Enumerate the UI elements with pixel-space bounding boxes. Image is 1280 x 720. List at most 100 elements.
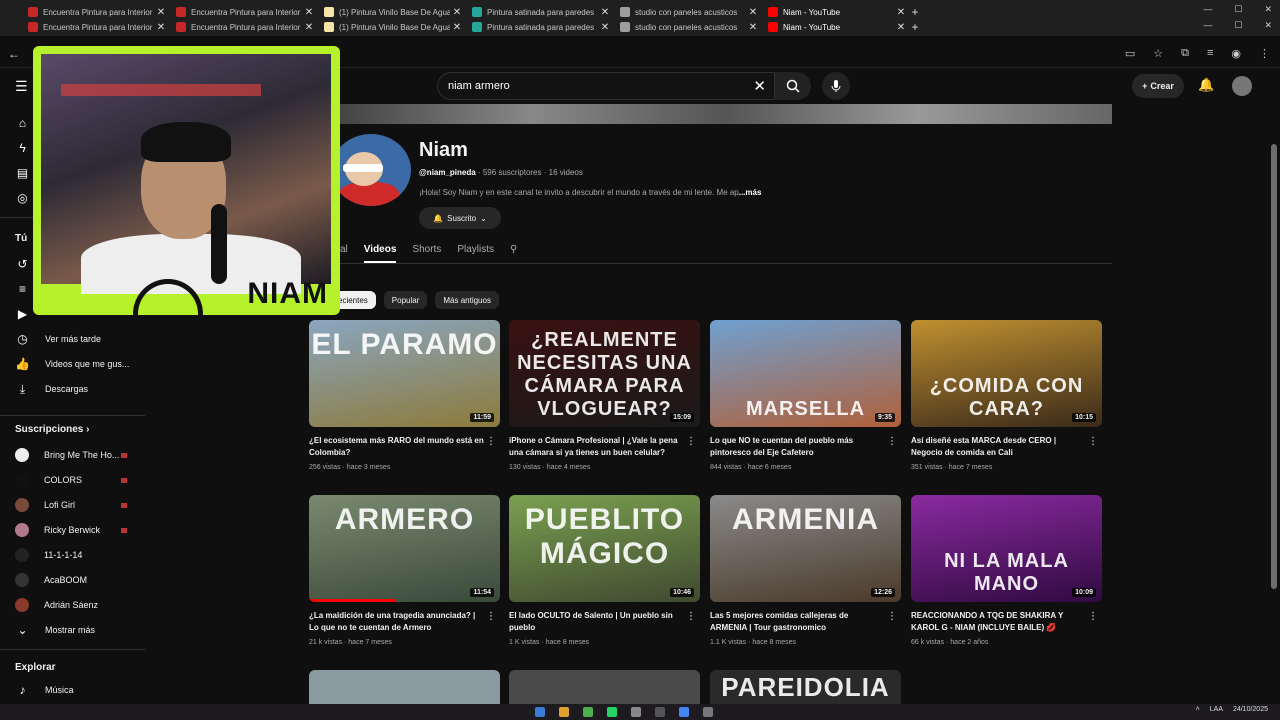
app-icon[interactable]	[703, 707, 713, 717]
tab-close-icon[interactable]: ✕	[746, 22, 760, 33]
video-card[interactable]: PAREIDOLIA	[710, 670, 901, 704]
subscription-item[interactable]: Ricky Berwick	[0, 519, 145, 541]
video-thumbnail[interactable]	[509, 670, 700, 704]
close-icon[interactable]: ✕	[1264, 20, 1272, 31]
tab-close-icon[interactable]: ✕	[746, 7, 760, 18]
sidebar-item[interactable]: ⤓ Descargas	[0, 378, 145, 400]
browser-tab[interactable]: Encuentra Pintura para Interior ✕	[20, 18, 168, 36]
you-section-header[interactable]: Tú	[15, 233, 27, 244]
subscription-item[interactable]: COLORS	[0, 469, 145, 491]
sidebar-item[interactable]: 👍 Videos que me gus...	[0, 353, 145, 375]
kebab-menu-icon[interactable]: ⋮	[1088, 436, 1098, 447]
hamburger-menu-icon[interactable]: ☰	[15, 78, 28, 95]
account-avatar[interactable]	[1232, 76, 1252, 96]
maximize-icon[interactable]: ☐	[1234, 20, 1242, 31]
search-box[interactable]: niam armero ✕	[437, 72, 775, 100]
start-icon[interactable]	[535, 707, 545, 717]
app-icon[interactable]	[631, 707, 641, 717]
tray-chevron-icon[interactable]: ˄	[1196, 706, 1200, 713]
video-title[interactable]: El lado OCULTO de Salento | Un pueblo si…	[509, 610, 685, 634]
search-button[interactable]	[775, 72, 811, 100]
kebab-menu-icon[interactable]: ⋮	[1088, 611, 1098, 622]
back-arrow-icon[interactable]: ←	[8, 47, 20, 61]
kebab-menu-icon[interactable]: ⋮	[686, 436, 696, 447]
video-title[interactable]: Las 5 mejores comidas callejeras de ARME…	[710, 610, 886, 634]
tab-close-icon[interactable]: ✕	[894, 22, 908, 33]
browser-tab[interactable]: Niam - YouTube ✕	[760, 18, 908, 36]
browser-icon[interactable]	[679, 707, 689, 717]
app-icon[interactable]	[655, 707, 665, 717]
scrollbar-thumb[interactable]	[1271, 144, 1277, 589]
kebab-menu-icon[interactable]: ⋮	[1259, 47, 1270, 60]
tab-playlists[interactable]: Playlists	[457, 244, 494, 263]
chip-popular[interactable]: Popular	[383, 291, 428, 309]
video-title[interactable]: ¿El ecosistema más RARO del mundo está e…	[309, 435, 485, 459]
tab-home[interactable]: al	[340, 244, 348, 263]
video-card[interactable]: EL PARAMO 11:59 ¿El ecosistema más RARO de…	[309, 320, 500, 480]
clock-date[interactable]: 24/10/2025	[1233, 706, 1268, 713]
video-card[interactable]: ARMERO 11:54 ¿La maldición de una tragedia…	[309, 495, 500, 655]
video-card[interactable]: NI LA MALA MANO 10:09 REACCIONANDO A TQG D…	[911, 495, 1102, 655]
subscription-item[interactable]: Lofi Girl	[0, 494, 145, 516]
video-card[interactable]	[509, 670, 700, 704]
video-card[interactable]: PUEBLITO MÁGICO 10:46 El lado OCULTO de Sa…	[509, 495, 700, 655]
channel-avatar[interactable]	[331, 134, 411, 206]
kebab-menu-icon[interactable]: ⋮	[887, 611, 897, 622]
subscription-item[interactable]: Adrián Sáenz	[0, 594, 145, 616]
new-tab-icon[interactable]: +	[908, 5, 922, 19]
video-thumbnail[interactable]: NI LA MALA MANO 10:09	[911, 495, 1102, 602]
notifications-bell-icon[interactable]: 🔔	[1198, 77, 1214, 93]
tab-close-icon[interactable]: ✕	[598, 22, 612, 33]
chip-oldest[interactable]: Más antiguos	[435, 291, 499, 309]
minimize-icon[interactable]: —	[1203, 20, 1212, 31]
video-card[interactable]: ¿REALMENTE NECESITAS UNA CÁMARA PARA VLO…	[509, 320, 700, 480]
browser-tab[interactable]: Encuentra Pintura para Interior ✕	[168, 18, 316, 36]
channel-description[interactable]: ¡Hola! Soy Niam y en este canal te invit…	[419, 188, 761, 197]
chrome-icon[interactable]	[583, 707, 593, 717]
bookmark-star-icon[interactable]: ☆	[1153, 47, 1163, 60]
whatsapp-icon[interactable]	[607, 707, 617, 717]
cast-icon[interactable]: ▭	[1125, 47, 1135, 60]
tab-close-icon[interactable]: ✕	[450, 7, 464, 18]
video-thumbnail[interactable]: EL PARAMO 11:59	[309, 320, 500, 427]
video-thumbnail[interactable]	[309, 670, 500, 704]
kebab-menu-icon[interactable]: ⋮	[686, 611, 696, 622]
video-card[interactable]	[309, 670, 500, 704]
browser-tab[interactable]: (1) Pintura Vinilo Base De Agua ✕	[316, 18, 464, 36]
video-thumbnail[interactable]: ARMERO 11:54	[309, 495, 500, 602]
window-controls[interactable]: — ☐ ✕	[1203, 20, 1272, 31]
video-thumbnail[interactable]: ARMENIA 12:26	[710, 495, 901, 602]
extensions-icon[interactable]: ⧉	[1181, 47, 1189, 60]
video-title[interactable]: Lo que NO te cuentan del pueblo más pint…	[710, 435, 886, 459]
video-title[interactable]: REACCIONANDO A TQG DE SHAKIRA Y KAROL G …	[911, 610, 1087, 634]
show-more-button[interactable]: ⌄ Mostrar más	[0, 619, 145, 641]
profile-icon[interactable]: ◉	[1231, 47, 1241, 60]
sidebar-item[interactable]: ◷ Ver más tarde	[0, 328, 145, 350]
subscription-item[interactable]: Bring Me The Ho...	[0, 444, 145, 466]
scrollbar[interactable]	[1270, 104, 1278, 704]
browser-tab[interactable]: studio con paneles acusticos ✕	[612, 18, 760, 36]
browser-tab[interactable]: Pintura satinada para paredes ✕	[464, 18, 612, 36]
media-icon[interactable]: ≡	[1207, 47, 1213, 60]
video-thumbnail[interactable]: MARSELLA 9:35	[710, 320, 901, 427]
maximize-icon[interactable]: ☐	[1234, 4, 1242, 15]
window-controls[interactable]: — ☐ ✕	[1203, 4, 1272, 15]
tab-close-icon[interactable]: ✕	[450, 22, 464, 33]
close-icon[interactable]: ✕	[1264, 4, 1272, 15]
video-card[interactable]: ¿COMIDA CON CARA? 10:15 Así diseñé esta MA…	[911, 320, 1102, 480]
new-tab-icon[interactable]: +	[908, 20, 922, 34]
tab-close-icon[interactable]: ✕	[598, 7, 612, 18]
channel-search-icon[interactable]: ⚲	[510, 244, 517, 263]
clear-search-icon[interactable]: ✕	[753, 77, 766, 95]
video-thumbnail[interactable]: PAREIDOLIA	[710, 670, 901, 704]
tab-close-icon[interactable]: ✕	[154, 22, 168, 33]
tab-close-icon[interactable]: ✕	[154, 7, 168, 18]
video-card[interactable]: ARMENIA 12:26 Las 5 mejores comidas callej…	[710, 495, 901, 655]
tab-close-icon[interactable]: ✕	[894, 7, 908, 18]
video-title[interactable]: iPhone o Cámara Profesional | ¿Vale la p…	[509, 435, 685, 459]
video-thumbnail[interactable]: PUEBLITO MÁGICO 10:46	[509, 495, 700, 602]
video-title[interactable]: ¿La maldición de una tragedia anunciada?…	[309, 610, 485, 634]
tab-close-icon[interactable]: ✕	[302, 7, 316, 18]
kebab-menu-icon[interactable]: ⋮	[887, 436, 897, 447]
tab-videos[interactable]: Videos	[363, 244, 397, 263]
